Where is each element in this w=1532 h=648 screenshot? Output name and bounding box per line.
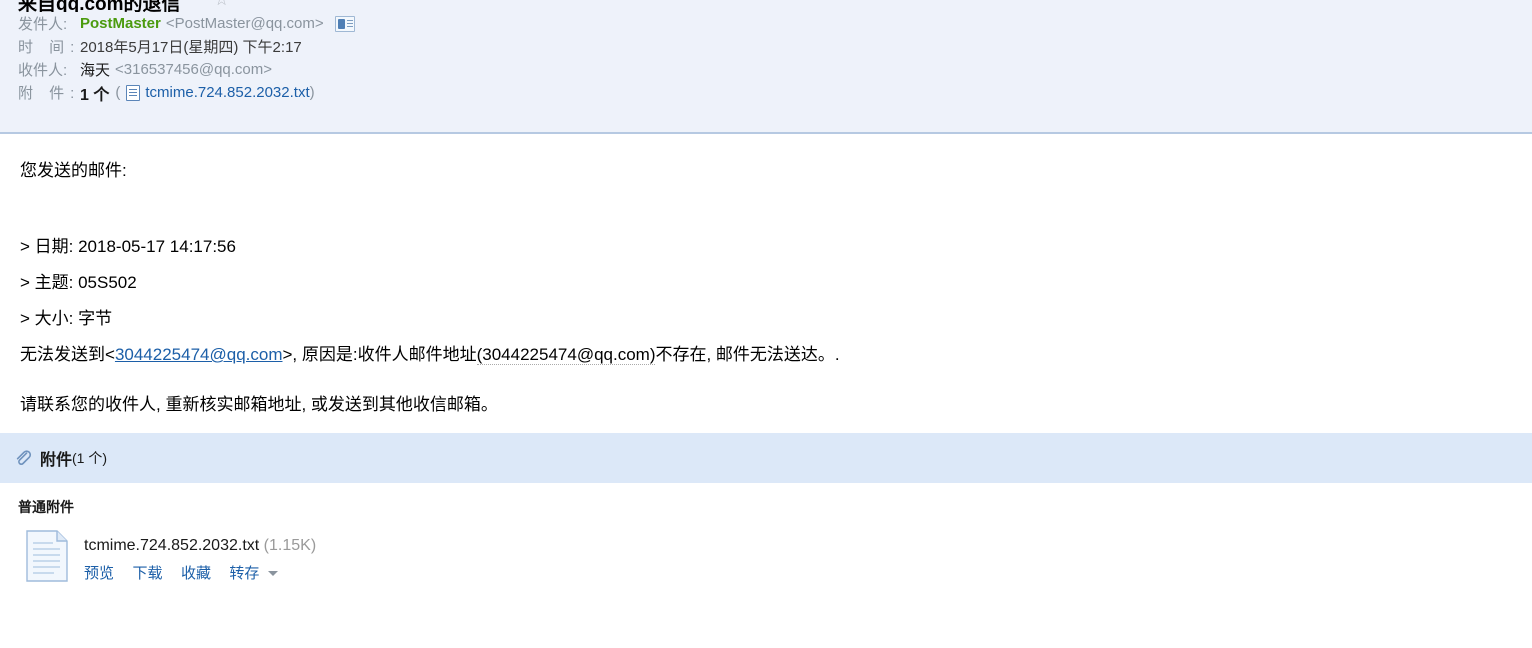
recipient-name[interactable]: 海天 bbox=[80, 59, 110, 80]
close-paren: ) bbox=[309, 84, 315, 101]
attachment-bar-title: 附件 bbox=[40, 452, 73, 469]
attachment-size: (1.15K) bbox=[263, 537, 317, 554]
contact-card-icon[interactable] bbox=[334, 15, 355, 32]
body-intro: 您发送的邮件: bbox=[20, 161, 127, 180]
recipient-address[interactable]: <316537456@qq.com> bbox=[115, 61, 272, 78]
attachment-filename[interactable]: tcmime.724.852.2032.txt bbox=[84, 537, 259, 554]
error-prefix: 无法发送到< bbox=[20, 345, 115, 364]
mail-body: 您发送的邮件: > 日期: 2018-05-17 14:17:56 > 主题: … bbox=[0, 134, 1532, 415]
star-outline-icon[interactable]: ☆ bbox=[214, 0, 231, 8]
attachment-info: tcmime.724.852.2032.txt (1.15K) 预览 下载 收藏… bbox=[84, 530, 316, 584]
error-smart-tag: (3044225474@qq.com) bbox=[476, 345, 656, 365]
from-label: 发件人: bbox=[18, 16, 68, 33]
attachment-group-title: 普通附件 bbox=[18, 499, 74, 515]
error-line: 无法发送到<3044225474@qq.com>, 原因是:收件人邮件地址(30… bbox=[20, 344, 1532, 365]
failed-email-link[interactable]: 3044225474@qq.com bbox=[115, 345, 283, 364]
error-suffix: 不存在, 邮件无法送达。. bbox=[655, 345, 840, 364]
open-paren: ( bbox=[115, 84, 121, 101]
paperclip-icon bbox=[14, 449, 32, 467]
error-middle: >, 原因是:收件人邮件地址 bbox=[282, 345, 477, 364]
sender-name[interactable]: PostMaster bbox=[80, 15, 161, 32]
attachment-label: 附 件: bbox=[18, 85, 81, 102]
attachment-row: 附 件: 1 个 ( tcmime.724.852.2032.txt ) bbox=[0, 81, 1532, 104]
attachment-filename-row: tcmime.724.852.2032.txt (1.15K) bbox=[84, 536, 316, 556]
quote-date: > 日期: 2018-05-17 14:17:56 bbox=[20, 237, 236, 256]
preview-link[interactable]: 预览 bbox=[84, 565, 114, 582]
document-icon[interactable] bbox=[26, 530, 68, 582]
caret-down-icon[interactable] bbox=[267, 571, 278, 577]
page-title: 来自qq.com的退信 bbox=[18, 0, 181, 12]
quote-subject: > 主题: 05S502 bbox=[20, 273, 137, 292]
text-file-icon bbox=[126, 84, 141, 101]
body-advice: 请联系您的收件人, 重新核实邮箱地址, 或发送到其他收信邮箱。 bbox=[20, 395, 498, 414]
body-spacer-2 bbox=[20, 371, 1532, 394]
attachment-actions: 预览 下载 收藏 转存 bbox=[84, 564, 316, 584]
to-label: 收件人: bbox=[18, 62, 68, 79]
favorite-link[interactable]: 收藏 bbox=[181, 565, 211, 582]
mail-header: 来自qq.com的退信 ☆ 发件人: PostMaster <PostMaste… bbox=[0, 0, 1532, 134]
attachment-item: tcmime.724.852.2032.txt (1.15K) 预览 下载 收藏… bbox=[18, 530, 1532, 584]
time-row: 时 间: 2018年5月17日(星期四) 下午2:17 bbox=[0, 35, 1532, 58]
subject-row: 来自qq.com的退信 ☆ bbox=[0, 0, 1532, 12]
attachment-count: 1 个 bbox=[80, 86, 110, 104]
attachment-bar: 附件 (1 个) bbox=[0, 433, 1532, 483]
download-link[interactable]: 下载 bbox=[132, 565, 162, 582]
time-value: 2018年5月17日(星期四) 下午2:17 bbox=[80, 39, 302, 56]
sender-address[interactable]: <PostMaster@qq.com> bbox=[166, 15, 324, 32]
to-row: 收件人: 海天 <316537456@qq.com> bbox=[0, 58, 1532, 81]
quote-size: > 大小: 字节 bbox=[20, 309, 113, 328]
attachment-bar-count: (1 个) bbox=[72, 450, 108, 466]
saveto-link[interactable]: 转存 bbox=[229, 565, 259, 582]
header-attachment-link[interactable]: tcmime.724.852.2032.txt bbox=[145, 84, 309, 101]
attachment-panel: 普通附件 tcmime.724.852.2032.txt (1.15K) 预览 … bbox=[0, 483, 1532, 584]
from-row: 发件人: PostMaster <PostMaster@qq.com> bbox=[0, 12, 1532, 35]
time-label: 时 间: bbox=[18, 39, 81, 56]
